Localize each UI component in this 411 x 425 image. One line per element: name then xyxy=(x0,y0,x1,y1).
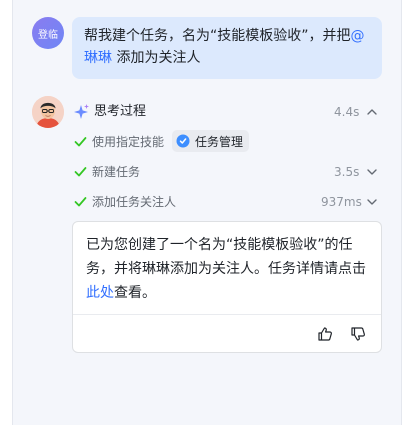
thumbs-up-icon[interactable] xyxy=(317,326,333,342)
step-label: 添加任务关注人 xyxy=(92,195,177,209)
user-avatar-label: 登临 xyxy=(38,29,58,41)
check-icon xyxy=(74,167,87,177)
assistant-avatar-image xyxy=(32,96,64,128)
user-message-bubble: 帮我建个任务，名为“技能模板验收”，并把@琳琳 添加为关注人 xyxy=(72,17,382,79)
answer-body: 已为您创建了一个名为“技能模板验收”的任务，并将琳琳添加为关注人。任务详情请点击 xyxy=(86,237,366,277)
answer-card: 已为您创建了一个名为“技能模板验收”的任务，并将琳琳添加为关注人。任务详情请点击… xyxy=(72,221,382,353)
user-message-text-end: 添加为关注人 xyxy=(112,50,201,66)
task-skill-icon xyxy=(176,134,190,148)
check-icon xyxy=(74,137,87,147)
thinking-title: 思考过程 xyxy=(94,104,147,119)
step-use-skill: 使用指定技能 任务管理 xyxy=(72,130,384,153)
chevron-up-icon[interactable] xyxy=(366,106,378,118)
user-message-text: 帮我建个任务，名为“技能模板验收”，并把 xyxy=(84,28,351,44)
thinking-process-header[interactable]: 思考过程 4.4s xyxy=(72,101,384,123)
step-time: 3.5s xyxy=(334,165,360,179)
step-time: 937ms xyxy=(321,195,362,209)
step-label: 新建任务 xyxy=(92,165,141,179)
divider xyxy=(73,314,381,315)
chevron-down-icon[interactable] xyxy=(366,166,378,178)
step-label: 使用指定技能 xyxy=(92,135,165,149)
user-avatar: 登临 xyxy=(32,17,64,49)
skill-chip[interactable]: 任务管理 xyxy=(172,130,250,152)
assistant-avatar xyxy=(32,96,64,128)
step-create-task[interactable]: 新建任务 3.5s xyxy=(72,161,384,183)
answer-body-end: 查看。 xyxy=(114,285,156,301)
skill-chip-label: 任务管理 xyxy=(195,134,244,149)
answer-link[interactable]: 此处 xyxy=(86,285,114,301)
sparkle-icon xyxy=(74,104,89,119)
thumbs-down-icon[interactable] xyxy=(350,326,366,342)
answer-text: 已为您创建了一个名为“技能模板验收”的任务，并将琳琳添加为关注人。任务详情请点击… xyxy=(86,233,372,305)
check-icon xyxy=(74,197,87,207)
chevron-down-icon[interactable] xyxy=(366,196,378,208)
step-add-follower[interactable]: 添加任务关注人 937ms xyxy=(72,191,384,213)
thinking-time: 4.4s xyxy=(334,105,360,119)
